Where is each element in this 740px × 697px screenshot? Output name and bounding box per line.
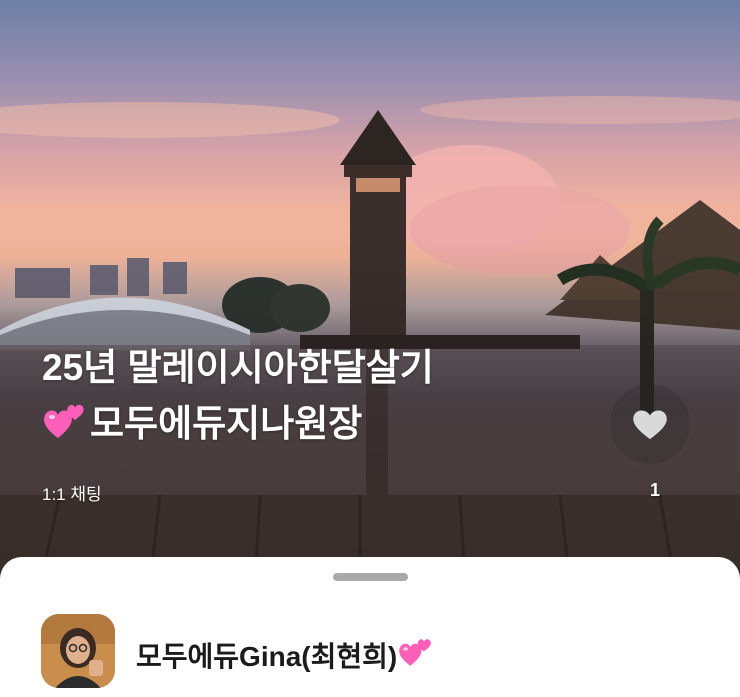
cover-image: 25년 말레이시아한달살기 모두에듀지나원장 1:1 채팅 1 [0,0,740,585]
two-hearts-icon [42,402,88,442]
two-hearts-icon [397,637,435,669]
like-button[interactable] [610,384,690,464]
cover-gradient [0,0,740,585]
room-title: 25년 말레이시아한달살기 모두에듀지나원장 [42,340,562,452]
room-title-line1: 25년 말레이시아한달살기 [42,347,434,388]
host-name-row: 모두에듀Gina(최현희) [136,635,437,675]
like-count: 1 [649,480,660,500]
room-title-line2-wrap: 모두에듀지나원장 [42,396,562,452]
host-name: 모두에듀Gina(최현희) [136,641,398,672]
room-title-line2: 모두에듀지나원장 [90,403,363,444]
chat-type-label: 1:1 채팅 [42,485,102,504]
heart-icon [633,410,667,440]
avatar[interactable] [41,614,115,688]
sheet-drag-handle[interactable] [333,573,408,581]
bottom-sheet: 모두에듀Gina(최현희) [0,557,740,697]
